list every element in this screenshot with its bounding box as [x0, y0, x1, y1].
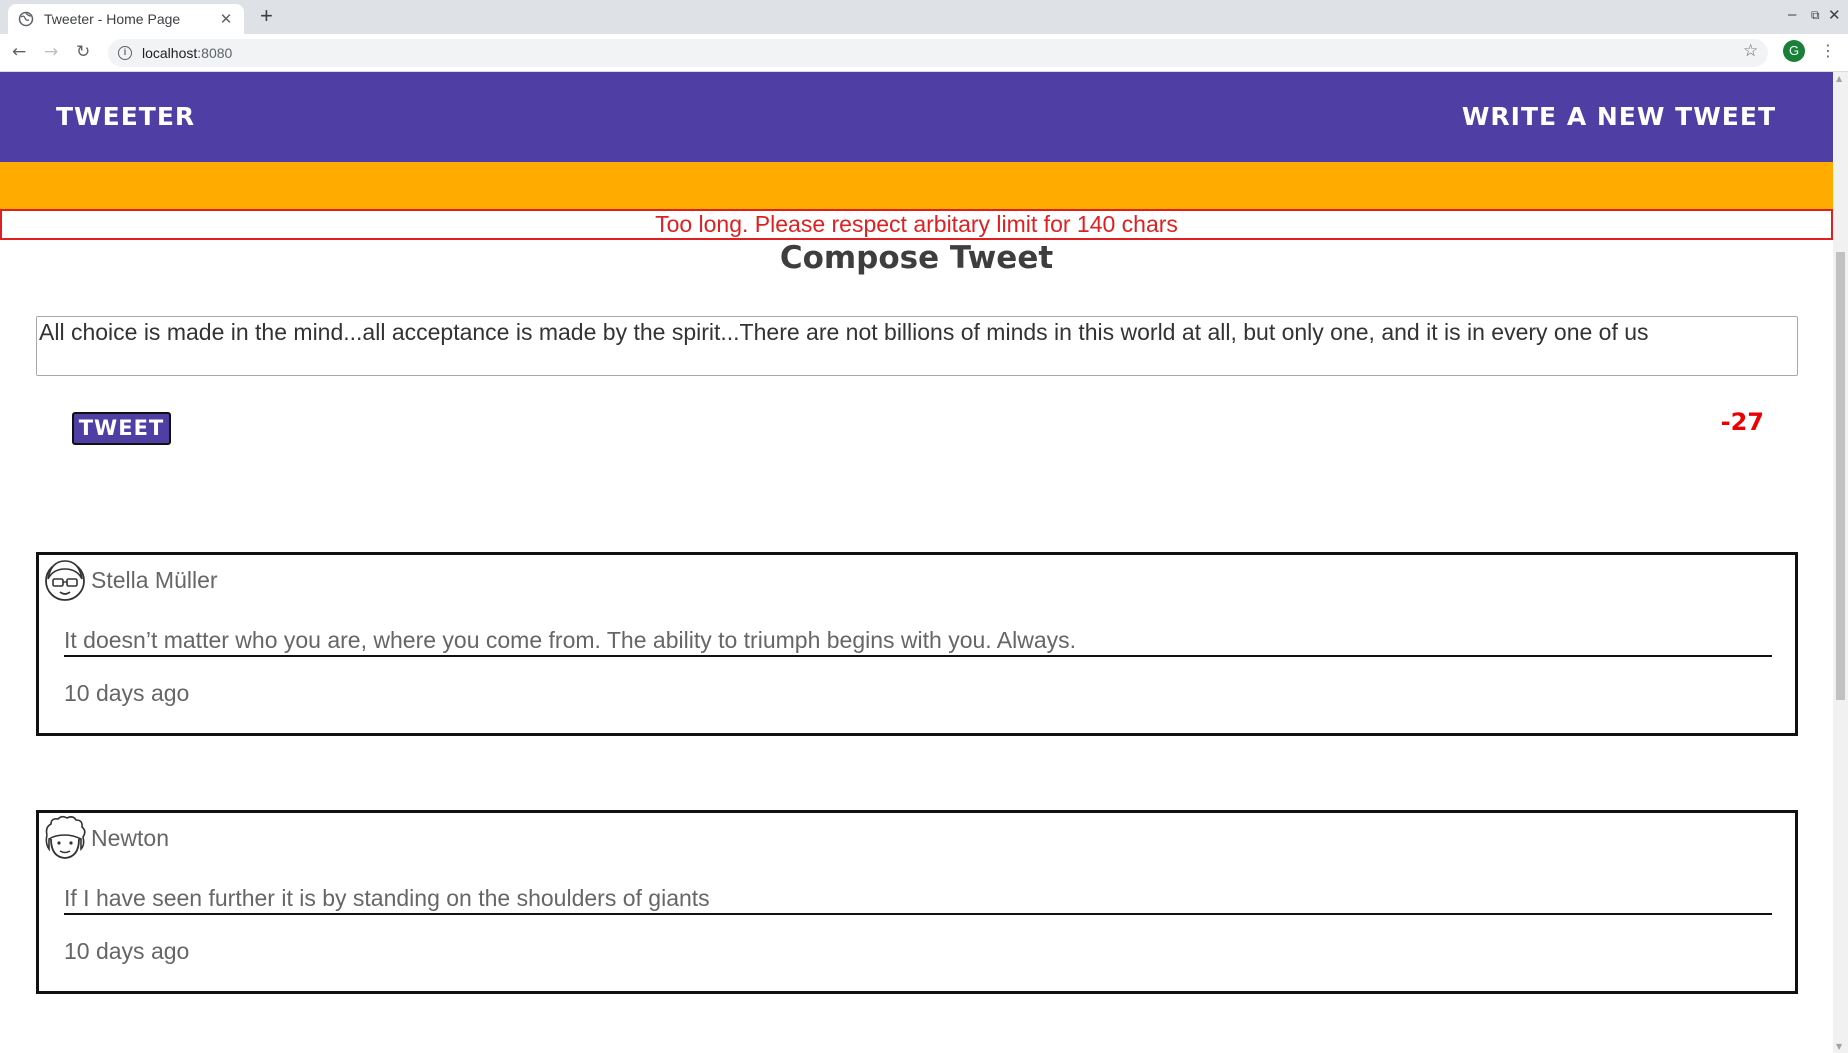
char-counter: -27 [1720, 408, 1764, 436]
info-icon[interactable]: i [118, 46, 132, 60]
scroll-up-icon[interactable]: ▲ [1836, 74, 1842, 83]
minimize-icon[interactable]: – [1788, 6, 1796, 23]
scroll-down-icon[interactable]: ▼ [1836, 1042, 1842, 1051]
new-tab-button[interactable]: + [260, 5, 273, 27]
glasses-face-avatar-icon [45, 560, 85, 601]
browser-tab-strip: Tweeter - Home Page ✕ + – ⧉ ✕ [0, 0, 1848, 34]
tweet-card: Newton If I have seen further it is by s… [36, 810, 1798, 994]
navbar: Tweeter Write a new tweet [0, 72, 1833, 162]
globe-icon [18, 11, 34, 27]
menu-kebab-icon[interactable]: ⋮ [1820, 41, 1836, 60]
reload-icon[interactable]: ↻ [76, 42, 90, 62]
error-message: Too long. Please respect arbitary limit … [0, 209, 1833, 240]
tweet-card: Stella Müller It doesn’t matter who you … [36, 552, 1798, 736]
browser-tab[interactable]: Tweeter - Home Page ✕ [8, 4, 244, 34]
browser-toolbar: ← → ↻ i localhost:8080 ☆ G ⋮ [0, 34, 1848, 72]
close-window-icon[interactable]: ✕ [1828, 6, 1841, 24]
write-new-tweet-link[interactable]: Write a new tweet [1462, 102, 1776, 131]
profile-avatar[interactable]: G [1783, 40, 1805, 62]
tab-title: Tweeter - Home Page [44, 11, 181, 27]
page-viewport: Tweeter Write a new tweet Too long. Plea… [0, 72, 1848, 1053]
tweet-content: It doesn’t matter who you are, where you… [64, 627, 1772, 657]
tweet-author: Stella Müller [91, 567, 218, 593]
bookmark-star-icon[interactable]: ☆ [1743, 41, 1758, 61]
scrollbar-thumb[interactable] [1836, 252, 1845, 700]
tweet-content: If I have seen further it is by standing… [64, 885, 1772, 915]
back-arrow-icon[interactable]: ← [12, 42, 26, 62]
header-band [0, 162, 1833, 209]
page-scrollbar[interactable]: ▲ ▼ [1833, 72, 1848, 1053]
tweet-timestamp: 10 days ago [64, 938, 190, 964]
restore-icon[interactable]: ⧉ [1811, 8, 1820, 23]
tweet-timestamp: 10 days ago [64, 680, 190, 706]
tweet-author: Newton [91, 825, 169, 851]
curly-hair-face-avatar-icon [45, 815, 86, 859]
tweet-text-input[interactable]: All choice is made in the mind...all acc… [36, 316, 1798, 376]
compose-title: Compose Tweet [779, 240, 1054, 276]
forward-arrow-icon[interactable]: → [44, 42, 58, 62]
address-bar[interactable]: i localhost:8080 [108, 39, 1768, 67]
brand-logo[interactable]: Tweeter [56, 102, 195, 131]
tweet-button[interactable]: Tweet [72, 412, 171, 445]
url-text: localhost:8080 [142, 45, 233, 61]
close-tab-icon[interactable]: ✕ [218, 10, 234, 28]
